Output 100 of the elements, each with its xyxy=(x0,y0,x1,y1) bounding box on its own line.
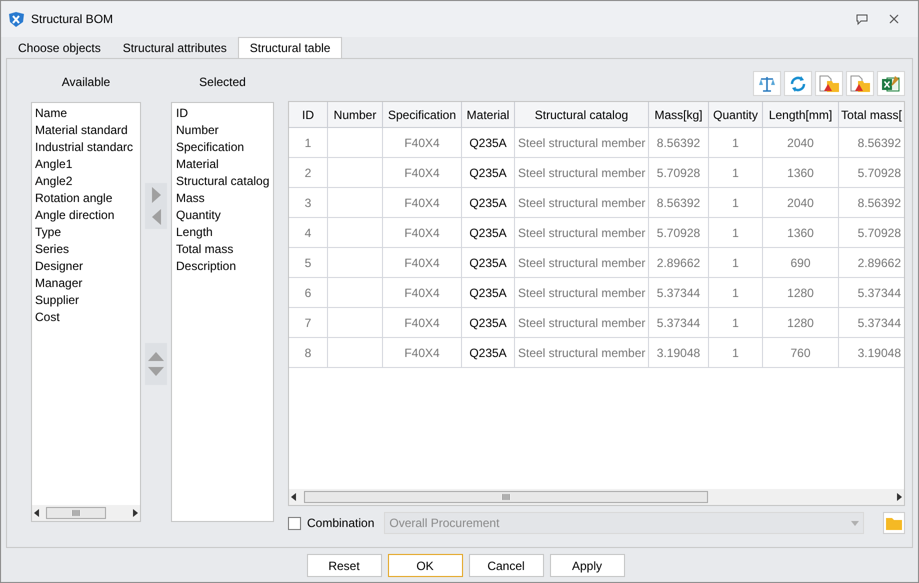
column-header[interactable]: Structural catalog xyxy=(515,102,649,127)
table-cell-text: 1360 xyxy=(787,164,814,182)
table-cell-text: F40X4 xyxy=(404,194,440,212)
table-cell-text: 5.37344 xyxy=(858,284,901,302)
spreadsheet-icon[interactable] xyxy=(877,71,905,96)
table-cell-text: Q235A xyxy=(469,224,507,242)
table-cell-text: 1 xyxy=(732,254,739,272)
list-item[interactable]: Length xyxy=(176,224,273,241)
balance-scale-icon[interactable] xyxy=(753,71,781,96)
list-item[interactable]: Material xyxy=(176,156,273,173)
column-header[interactable]: Mass[kg] xyxy=(649,102,709,127)
column-header[interactable]: Number xyxy=(328,102,383,127)
table-cell-text: 5.37344 xyxy=(858,314,901,332)
column-header[interactable]: Specification xyxy=(383,102,462,127)
table-cell-text: 2040 xyxy=(787,134,814,152)
table-cell-text: F40X4 xyxy=(404,284,440,302)
list-item[interactable]: Manager xyxy=(35,275,140,292)
table-cell-text: 8.56392 xyxy=(858,134,901,152)
scroll-right-icon[interactable] xyxy=(896,493,902,501)
table-cell-text: 5.37344 xyxy=(656,284,700,302)
table-cell-text: Q235A xyxy=(469,194,507,212)
table-cell-text: 8 xyxy=(304,344,312,362)
list-item[interactable]: Type xyxy=(35,224,140,241)
table-cell-text: 1 xyxy=(732,134,739,152)
dropdown-caret-icon xyxy=(851,520,860,526)
table-cell-text: 1 xyxy=(732,164,739,182)
scrollbar-thumb[interactable] xyxy=(304,491,708,503)
table-cell-text: Steel structural member xyxy=(518,254,646,272)
table-cell-text: Q235A xyxy=(469,314,507,332)
table-cell-text: 1 xyxy=(732,344,739,362)
table-cell-text: 1 xyxy=(732,224,739,242)
close-icon[interactable] xyxy=(887,12,901,26)
list-item[interactable]: Cost xyxy=(35,309,140,326)
scroll-right-icon[interactable] xyxy=(132,509,138,517)
dialog-button[interactable]: Reset xyxy=(306,554,382,577)
list-item[interactable]: Structural catalog xyxy=(176,173,273,190)
scroll-left-icon[interactable] xyxy=(291,493,297,501)
table-cell-text: 5 xyxy=(304,254,312,272)
list-item[interactable]: Angle direction xyxy=(35,207,140,224)
list-item[interactable]: Angle1 xyxy=(35,156,140,173)
tab[interactable]: Structural table xyxy=(238,37,342,58)
table-cell-text: 1 xyxy=(732,284,739,302)
column-header[interactable]: Quantity xyxy=(709,102,763,127)
list-item[interactable]: Number xyxy=(176,122,273,139)
tab[interactable]: Choose objects xyxy=(7,38,112,58)
tab[interactable]: Structural attributes xyxy=(112,38,238,58)
table-cell-text: 2.89662 xyxy=(858,254,901,272)
list-item[interactable]: Description xyxy=(176,258,273,275)
horizontal-scrollbar[interactable] xyxy=(32,505,140,521)
table-cell-text: 5.70928 xyxy=(656,164,700,182)
table-cell-text: 1280 xyxy=(787,284,814,302)
table-cell-text: 8.56392 xyxy=(656,134,700,152)
list-item[interactable]: Mass xyxy=(176,190,273,207)
table-cell-text: Q235A xyxy=(469,164,507,182)
list-item[interactable]: Total mass xyxy=(176,241,273,258)
list-item[interactable]: Angle2 xyxy=(35,173,140,190)
selected-list[interactable]: ID Number Specification Material Structural catalog Mass Quantity Length Total mass Description xyxy=(171,102,274,522)
list-item[interactable]: Series xyxy=(35,241,140,258)
table-cell-text: 7 xyxy=(304,314,312,332)
table-cell-text: Q235A xyxy=(469,344,507,362)
dialog-button[interactable]: Apply xyxy=(550,554,624,577)
column-header[interactable]: ID xyxy=(289,102,328,127)
list-item[interactable]: Industrial standarc xyxy=(35,139,140,156)
grip-icon xyxy=(72,510,80,516)
scrollbar-thumb[interactable] xyxy=(46,507,106,519)
refresh-icon[interactable] xyxy=(784,71,812,96)
table-cell-text: 8.56392 xyxy=(858,194,901,212)
table-cell-text: 1360 xyxy=(787,224,814,242)
comment-icon[interactable] xyxy=(855,12,869,26)
table-cell-text: 5.70928 xyxy=(858,164,901,182)
column-header[interactable]: Length[mm] xyxy=(763,102,839,127)
column-header[interactable]: Total mass[ xyxy=(839,102,904,127)
list-item[interactable]: Designer xyxy=(35,258,140,275)
horizontal-scrollbar[interactable] xyxy=(289,489,904,505)
export-folder-icon[interactable] xyxy=(846,71,874,96)
table-cell-text: F40X4 xyxy=(404,224,440,242)
import-folder-icon[interactable] xyxy=(815,71,843,96)
scroll-left-icon[interactable] xyxy=(34,509,40,517)
table-cell-text: 1 xyxy=(304,134,312,152)
dialog-button[interactable]: OK xyxy=(388,554,462,577)
table-cell-text: F40X4 xyxy=(404,344,440,362)
table-cell-text: 3.19048 xyxy=(656,344,700,362)
table-cell-text: 5.70928 xyxy=(656,224,700,242)
table-cell-text: Steel structural member xyxy=(518,314,646,332)
table-cell-text: F40X4 xyxy=(404,314,440,332)
table-cell-text: Steel structural member xyxy=(518,284,646,302)
list-item[interactable]: Rotation angle xyxy=(35,190,140,207)
list-item[interactable]: Quantity xyxy=(176,207,273,224)
list-item[interactable]: Name xyxy=(35,105,140,122)
available-list[interactable]: Name Material standard Industrial standarc Angle1 Angle2 Rotation angle Angle direction Type Series Designer Manager Supplier Cost xyxy=(31,102,141,522)
list-item[interactable]: ID xyxy=(176,105,273,122)
dialog-button[interactable]: Cancel xyxy=(468,554,544,577)
table-cell-text: Steel structural member xyxy=(518,164,646,182)
grip-icon xyxy=(502,494,510,500)
table-cell-text: 3 xyxy=(304,194,312,212)
table-cell-text: 3.19048 xyxy=(858,344,901,362)
list-item[interactable]: Specification xyxy=(176,139,273,156)
column-header[interactable]: Material xyxy=(462,102,515,127)
list-item[interactable]: Material standard xyxy=(35,122,140,139)
list-item[interactable]: Supplier xyxy=(35,292,140,309)
